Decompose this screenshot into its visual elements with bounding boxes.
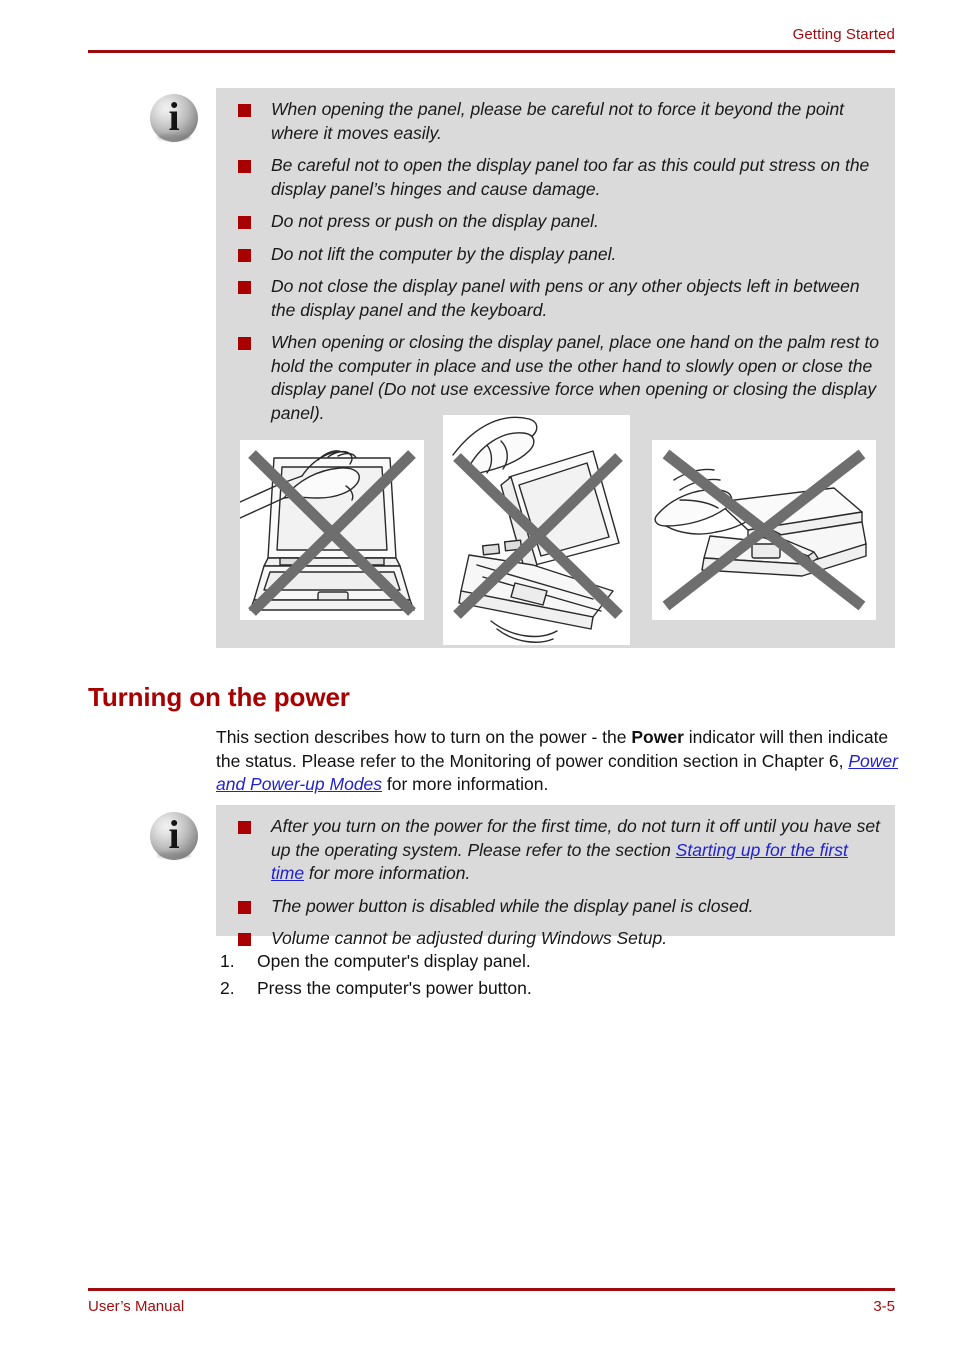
list-item-text: Do not press or push on the display pane… <box>271 211 599 231</box>
list-item-text: Volume cannot be adjusted during Windows… <box>271 928 668 948</box>
section-paragraph: This section describes how to turn on th… <box>216 726 898 797</box>
bullet-square-icon <box>238 900 251 914</box>
footer-left-label: User’s Manual <box>88 1297 185 1315</box>
list-item-text-part2: for more information. <box>304 863 471 883</box>
footer-row: User’s Manual 3-5 <box>88 1298 895 1316</box>
step-text: Open the computer's display panel. <box>257 951 531 971</box>
step-number: 2. <box>220 978 235 998</box>
bullet-square-icon <box>238 104 251 117</box>
list-item: The power button is disabled while the d… <box>230 895 881 919</box>
bullet-square-icon <box>238 248 251 262</box>
list-item: When opening the panel, please be carefu… <box>230 98 881 145</box>
bullet-square-icon <box>238 337 251 350</box>
bullet-square-icon <box>238 821 251 834</box>
note-body-power-on: After you turn on the power for the firs… <box>216 805 895 948</box>
list-item: Be careful not to open the display panel… <box>230 154 881 201</box>
page-header: Getting Started <box>88 26 895 53</box>
header-divider <box>88 50 895 53</box>
list-item-text: After you turn on the power for the firs… <box>271 816 880 883</box>
bullet-square-icon <box>238 216 251 229</box>
paragraph-text-part1: This section describes how to turn on th… <box>216 727 632 747</box>
figure-laptop-lifted-by-display-prohibited <box>443 415 630 645</box>
list-item-text: When opening or closing the display pane… <box>271 332 880 423</box>
steps-list: 1. Open the computer's display panel. 2.… <box>216 948 816 1002</box>
step-text: Press the computer's power button. <box>257 978 532 998</box>
list-item: Do not press or push on the display pane… <box>230 210 881 234</box>
list-item: After you turn on the power for the firs… <box>230 815 881 886</box>
list-item-text: When opening the panel, please be carefu… <box>271 99 845 143</box>
list-item-text: Do not close the display panel with pens… <box>271 276 860 320</box>
list-item: 2. Press the computer's power button. <box>216 975 816 1002</box>
page-title: Turning on the power <box>88 682 350 712</box>
paragraph-text-part3: for more information. <box>382 774 549 794</box>
list-item-text: Do not lift the computer by the display … <box>271 243 617 264</box>
info-icon-glyph: i <box>168 812 180 857</box>
bullet-square-icon <box>238 281 251 294</box>
header-title: Getting Started <box>792 26 895 43</box>
note-bullet-list: After you turn on the power for the firs… <box>230 815 881 951</box>
bullet-square-icon <box>238 933 251 946</box>
list-item: 1. Open the computer's display panel. <box>216 948 816 975</box>
list-item: Volume cannot be adjusted during Windows… <box>230 927 881 951</box>
manual-page: Getting Started i When opening the panel… <box>0 0 954 1352</box>
page-number: 3-5 <box>873 1297 895 1315</box>
info-icon: i <box>146 90 202 146</box>
step-number: 1. <box>220 951 235 971</box>
info-icon: i <box>146 808 202 864</box>
bullet-square-icon <box>238 160 251 173</box>
list-item-text: Be careful not to open the display panel… <box>271 155 870 199</box>
list-item: Do not lift the computer by the display … <box>230 243 881 267</box>
paragraph-bold-power: Power <box>631 727 684 747</box>
footer-divider <box>88 1288 895 1291</box>
page-footer: User’s Manual 3-5 <box>88 1288 895 1316</box>
list-item: Do not close the display panel with pens… <box>230 275 881 322</box>
info-icon-glyph: i <box>168 94 180 139</box>
figure-laptop-hand-on-lid-prohibited <box>240 440 424 620</box>
note-bullet-list: When opening the panel, please be carefu… <box>230 98 881 425</box>
list-item-text: The power button is disabled while the d… <box>271 895 754 916</box>
figure-laptop-closing-on-pen-prohibited <box>652 440 876 620</box>
list-item: When opening or closing the display pane… <box>230 331 881 425</box>
